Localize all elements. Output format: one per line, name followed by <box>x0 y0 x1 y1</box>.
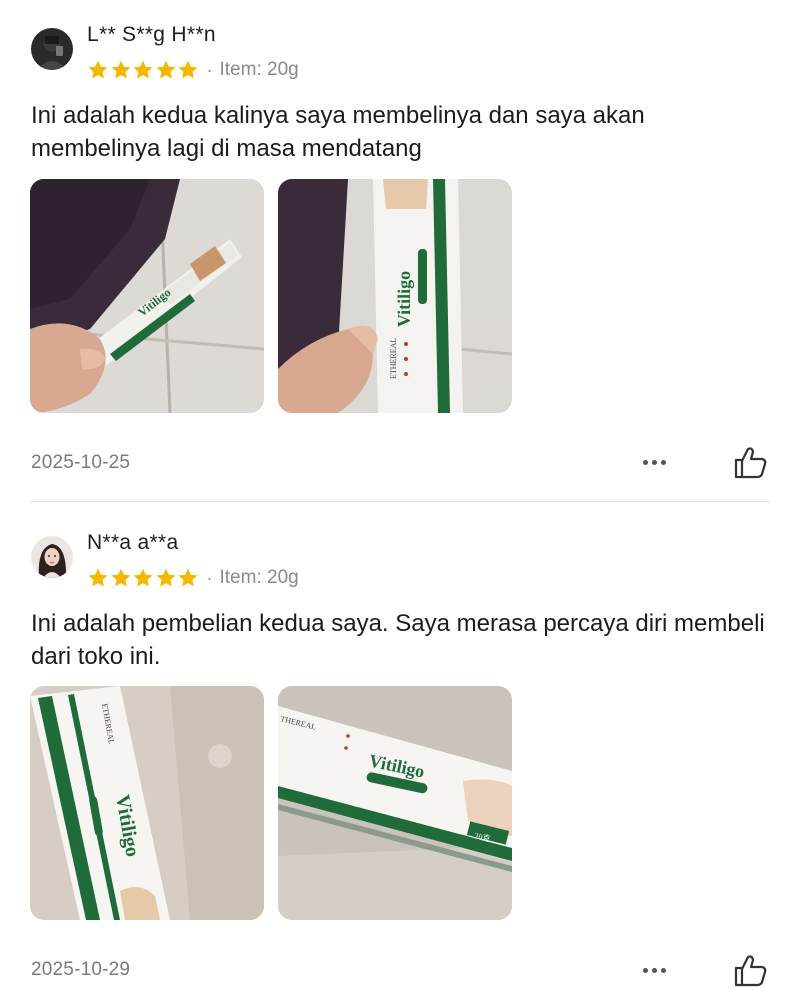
reviewer-name: L** S**g H**n <box>87 23 216 46</box>
review-date: 2025-10-25 <box>31 452 131 473</box>
star-icon <box>178 568 198 587</box>
review-photo[interactable]: Vitiligo THEREAL 20克 <box>278 686 512 920</box>
avatar[interactable] <box>31 536 73 578</box>
review-photo[interactable]: Vitiligo ETHEREAL <box>278 179 512 413</box>
star-icon <box>111 568 130 587</box>
svg-text:ETHEREAL: ETHEREAL <box>389 338 398 379</box>
thumbs-up-icon[interactable] <box>730 950 770 990</box>
star-icon <box>88 568 108 587</box>
star-icon <box>156 60 175 79</box>
review-date: 2025-10-29 <box>31 959 131 980</box>
rating-row: · Item: 20g <box>87 57 299 83</box>
review-card: N**a a**a · Item: 20g Ini adalah pembeli… <box>0 504 800 998</box>
star-icon <box>111 60 130 79</box>
divider <box>30 501 770 502</box>
item-variant: Item: 20g <box>219 567 299 588</box>
review-text: Ini adalah pembelian kedua saya. Saya me… <box>31 610 765 670</box>
more-icon[interactable] <box>634 450 674 474</box>
review-card: L** S**g H**n · Item: 20g Ini adalah ked… <box>0 0 800 502</box>
reviewer-name: N**a a**a <box>87 531 179 554</box>
review-photo[interactable]: Vitiligo <box>30 179 264 413</box>
star-icon <box>156 568 175 587</box>
item-variant: Item: 20g <box>219 59 299 80</box>
separator: · <box>206 567 213 588</box>
svg-text:Vitiligo: Vitiligo <box>394 271 414 327</box>
star-rating <box>87 567 200 589</box>
more-icon[interactable] <box>634 958 674 982</box>
review-text: Ini adalah kedua kalinya saya membelinya… <box>31 102 645 162</box>
rating-row: · Item: 20g <box>87 565 299 591</box>
star-icon <box>178 60 198 79</box>
star-rating <box>87 59 200 81</box>
review-photo[interactable]: Vitiligo ETHEREAL <box>30 686 264 920</box>
avatar[interactable] <box>31 28 73 70</box>
separator: · <box>206 59 213 80</box>
star-icon <box>133 60 153 79</box>
star-icon <box>88 60 108 79</box>
star-icon <box>133 568 153 587</box>
thumbs-up-icon[interactable] <box>730 442 770 482</box>
